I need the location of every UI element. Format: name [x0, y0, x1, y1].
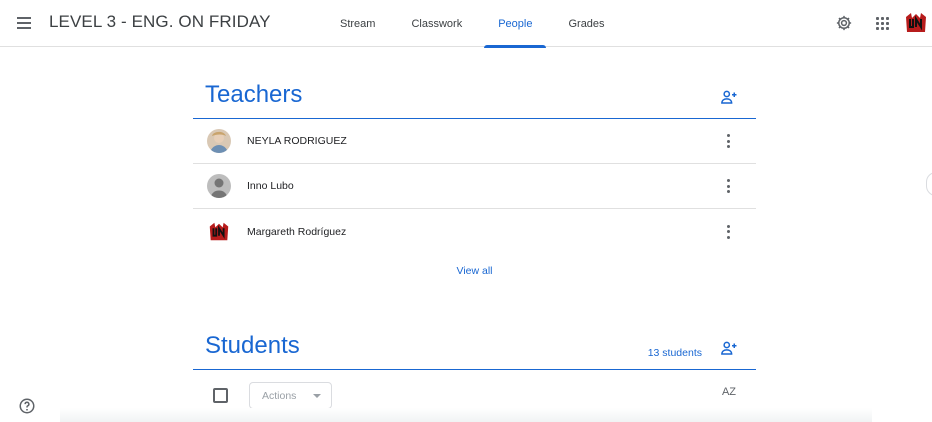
- bottom-shadow: [60, 408, 872, 422]
- class-tabs: Stream Classwork People Grades: [322, 0, 623, 48]
- apps-grid-icon[interactable]: [871, 12, 893, 34]
- teachers-title: Teachers: [205, 81, 303, 108]
- select-all-checkbox[interactable]: [213, 388, 228, 403]
- students-section: Students 13 students Actions AZ: [193, 325, 756, 415]
- teachers-header: Teachers: [193, 74, 756, 119]
- sort-az-icon[interactable]: AZ: [722, 386, 736, 398]
- tab-classwork[interactable]: Classwork: [393, 0, 480, 47]
- teacher-row[interactable]: Inno Lubo: [193, 164, 756, 209]
- un-logo-avatar: [207, 220, 231, 244]
- class-title[interactable]: LEVEL 3 - ENG. ON FRIDAY: [49, 12, 271, 32]
- default-person-avatar: [207, 174, 231, 198]
- tab-people[interactable]: People: [480, 0, 550, 48]
- more-options-icon[interactable]: [723, 134, 733, 148]
- teacher-name: NEYLA RODRIGUEZ: [247, 135, 347, 147]
- teacher-name: Inno Lubo: [247, 180, 294, 192]
- invite-teacher-icon[interactable]: [720, 88, 738, 106]
- student-count[interactable]: 13 students: [648, 347, 702, 359]
- students-title: Students: [205, 332, 300, 359]
- tab-stream[interactable]: Stream: [322, 0, 393, 47]
- more-options-icon[interactable]: [723, 179, 733, 193]
- teacher-row[interactable]: NEYLA RODRIGUEZ: [193, 119, 756, 164]
- teacher-row[interactable]: Margareth Rodríguez: [193, 209, 756, 254]
- students-header: Students 13 students: [193, 325, 756, 370]
- more-options-icon[interactable]: [723, 224, 733, 239]
- side-panel-toggle[interactable]: [926, 172, 932, 196]
- teacher-name: Margareth Rodríguez: [247, 225, 347, 238]
- settings-gear-icon[interactable]: [833, 12, 855, 34]
- menu-icon[interactable]: [12, 11, 36, 35]
- actions-dropdown[interactable]: Actions: [249, 382, 332, 409]
- account-logo-icon[interactable]: [903, 10, 929, 36]
- help-icon[interactable]: [18, 397, 36, 415]
- invite-student-icon[interactable]: [720, 339, 738, 357]
- teacher-photo-avatar: [207, 129, 231, 153]
- top-app-bar: LEVEL 3 - ENG. ON FRIDAY Stream Classwor…: [0, 0, 932, 48]
- tab-grades[interactable]: Grades: [550, 0, 622, 47]
- dropdown-caret-icon: [313, 394, 321, 398]
- actions-label: Actions: [262, 389, 297, 402]
- view-all-link[interactable]: View all: [193, 265, 756, 277]
